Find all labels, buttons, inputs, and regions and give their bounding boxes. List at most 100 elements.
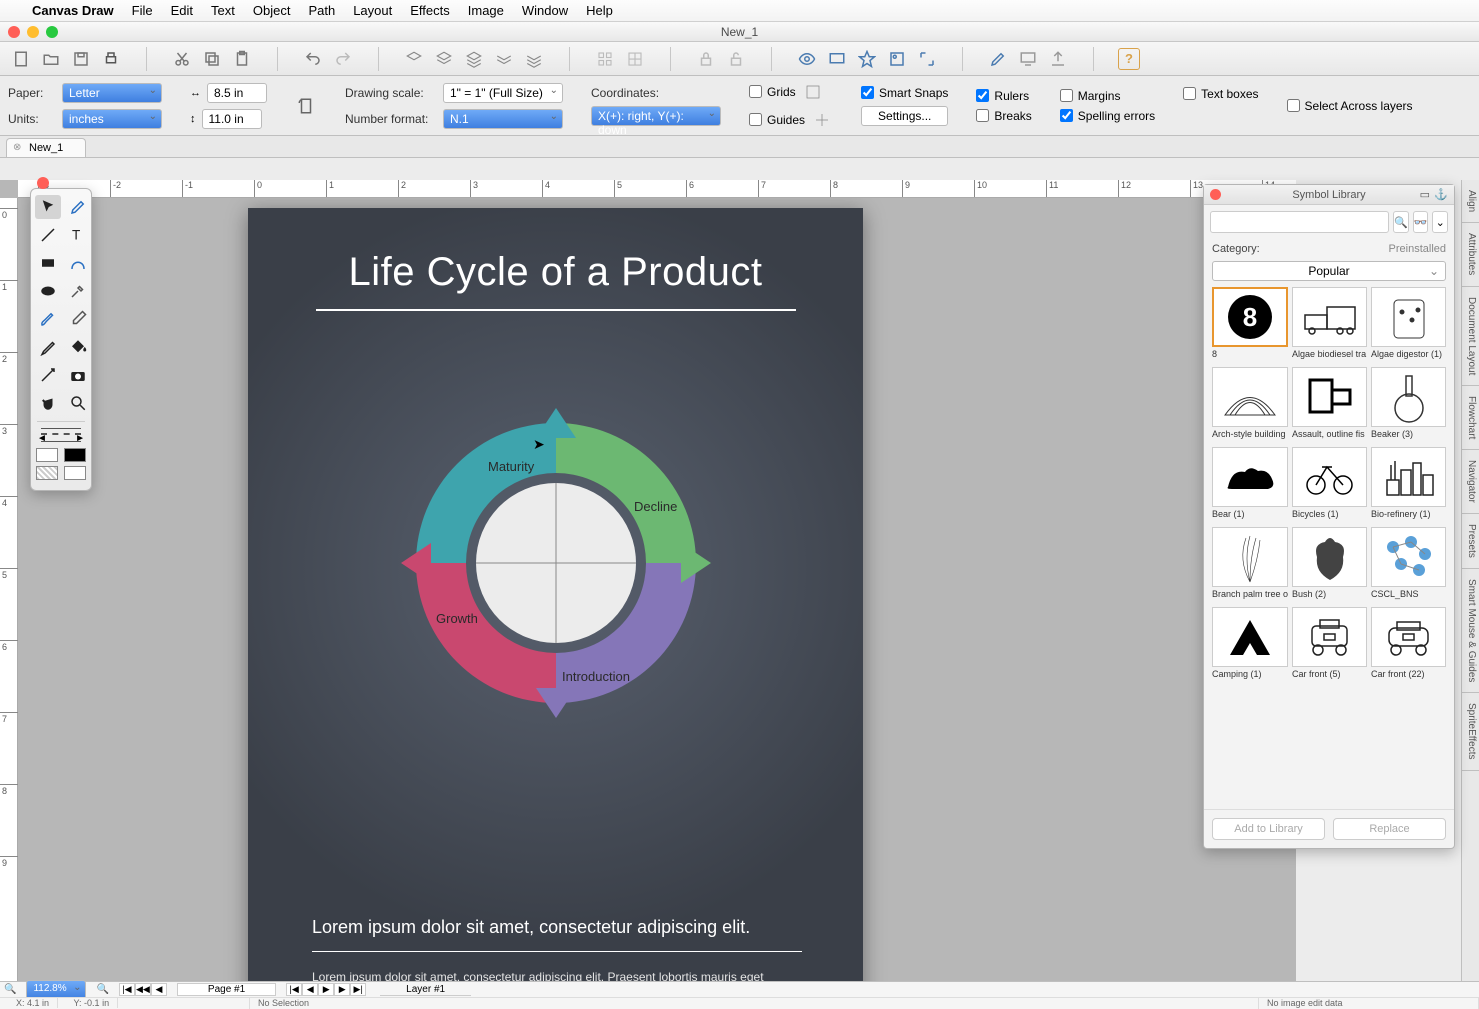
symbol-item[interactable]: Arch-style building — [1212, 367, 1288, 443]
play-icon[interactable]: ▶ — [318, 983, 334, 996]
grids-check[interactable]: Grids — [749, 85, 796, 99]
bucket-tool-icon[interactable] — [65, 335, 91, 359]
layer-backward-icon[interactable] — [493, 48, 515, 70]
marker-tool-icon[interactable] — [35, 335, 61, 359]
symbol-item[interactable]: CSCL_BNS — [1371, 527, 1446, 603]
camera-tool-icon[interactable] — [65, 363, 91, 387]
vtab-attributes[interactable]: Attributes — [1462, 223, 1479, 286]
stroke-swatch[interactable] — [36, 448, 58, 462]
open-icon[interactable] — [40, 48, 62, 70]
doc-tab[interactable]: ⊗New_1 — [6, 138, 86, 157]
first-page-icon[interactable]: |◀ — [119, 983, 135, 996]
maximize-window[interactable] — [46, 26, 58, 38]
grids-opt-icon[interactable] — [802, 81, 824, 103]
close-window[interactable] — [8, 26, 20, 38]
add-to-library-button[interactable]: Add to Library — [1212, 818, 1325, 840]
symbol-item[interactable]: Bush (2) — [1292, 527, 1367, 603]
ellipse-tool-icon[interactable] — [35, 279, 61, 303]
vtab-smartmouse[interactable]: Smart Mouse & Guides — [1462, 569, 1479, 693]
close-palette-icon[interactable] — [37, 177, 49, 189]
guides-check[interactable]: Guides — [749, 113, 805, 127]
line-tool-icon[interactable] — [35, 223, 61, 247]
help-icon[interactable]: ? — [1118, 48, 1140, 70]
app-name[interactable]: Canvas Draw — [32, 3, 114, 18]
print-icon[interactable] — [100, 48, 122, 70]
star-icon[interactable] — [856, 48, 878, 70]
layer-back-icon[interactable] — [463, 48, 485, 70]
vtab-flowchart[interactable]: Flowchart — [1462, 386, 1479, 450]
margins-check[interactable]: Margins — [1060, 89, 1155, 103]
text-tool-icon[interactable]: T — [65, 223, 91, 247]
monitor-icon[interactable] — [1017, 48, 1039, 70]
prev-fast-icon[interactable]: ◀◀ — [135, 983, 151, 996]
category-select[interactable]: Popular — [1212, 261, 1446, 281]
close-tab-icon[interactable]: ⊗ — [13, 142, 21, 153]
page[interactable]: Life Cycle of a Product — [248, 208, 863, 981]
bezier-tool-icon[interactable] — [65, 251, 91, 275]
menu-path[interactable]: Path — [308, 3, 335, 18]
new-doc-icon[interactable] — [10, 48, 32, 70]
redo-icon[interactable] — [332, 48, 354, 70]
menu-window[interactable]: Window — [522, 3, 568, 18]
export-icon[interactable] — [1047, 48, 1069, 70]
pen-tool-icon[interactable] — [65, 195, 91, 219]
cut-icon[interactable] — [171, 48, 193, 70]
symlib-anchor-icon[interactable]: ⚓ — [1434, 188, 1448, 201]
bg-swatch[interactable] — [64, 466, 86, 480]
arrow-style-icon[interactable] — [41, 441, 81, 442]
coords-select[interactable]: X(+): right, Y(+): down — [591, 106, 721, 126]
spelling-check[interactable]: Spelling errors — [1060, 109, 1155, 123]
close-symlib-icon[interactable] — [1210, 189, 1221, 200]
copy-icon[interactable] — [201, 48, 223, 70]
numfmt-select[interactable]: N.1 — [443, 109, 563, 129]
goto-first-icon[interactable]: |◀ — [286, 983, 302, 996]
wand-tool-icon[interactable] — [35, 363, 61, 387]
symbol-item[interactable]: Assault, outline fis — [1292, 367, 1367, 443]
menu-layout[interactable]: Layout — [353, 3, 392, 18]
fill-swatch[interactable] — [64, 448, 86, 462]
symlib-titlebar[interactable]: Symbol Library ▭ ⚓ — [1204, 185, 1454, 205]
menu-file[interactable]: File — [132, 3, 153, 18]
symbol-item[interactable]: Beaker (3) — [1371, 367, 1446, 443]
fit-icon[interactable] — [916, 48, 938, 70]
layer-front-icon[interactable] — [403, 48, 425, 70]
zoom-tool-icon[interactable] — [65, 391, 91, 415]
symlib-minimize-icon[interactable]: ▭ — [1420, 188, 1430, 201]
save-icon[interactable] — [70, 48, 92, 70]
horizontal-ruler[interactable]: -3-2-101234567891011121314 — [18, 180, 1296, 198]
tool-palette[interactable]: T — [30, 188, 92, 491]
textboxes-check[interactable]: Text boxes — [1183, 87, 1258, 101]
menu-effects[interactable]: Effects — [410, 3, 450, 18]
paper-select[interactable]: Letter — [62, 83, 162, 103]
symbol-item[interactable]: Camping (1) — [1212, 607, 1288, 683]
scale-select[interactable]: 1" = 1" (Full Size) — [443, 83, 563, 103]
symlib-binoculars-icon[interactable]: 👓 — [1413, 211, 1429, 233]
guides-opt-icon[interactable] — [811, 109, 833, 131]
symbol-item[interactable]: Bicycles (1) — [1292, 447, 1367, 523]
layer-name[interactable]: Layer #1 — [380, 984, 471, 996]
select-tool-icon[interactable] — [35, 195, 61, 219]
symbol-library-panel[interactable]: Symbol Library ▭ ⚓ 🔍 👓 ⌄ Category: Prein… — [1203, 184, 1455, 849]
symbol-item[interactable]: Branch palm tree o — [1212, 527, 1288, 603]
layer-stack-icon[interactable] — [523, 48, 545, 70]
symbol-item[interactable]: Algae digestor (1) — [1371, 287, 1446, 363]
symbol-item[interactable]: 88 — [1212, 287, 1288, 363]
settings-button[interactable]: Settings... — [861, 106, 948, 126]
select-across-check[interactable]: Select Across layers — [1287, 99, 1413, 113]
zoom-in-icon[interactable]: 🔍 — [96, 984, 108, 995]
symbol-item[interactable]: Bear (1) — [1212, 447, 1288, 523]
brush-tool-icon[interactable] — [35, 307, 61, 331]
menu-object[interactable]: Object — [253, 3, 291, 18]
unlock-icon[interactable] — [725, 48, 747, 70]
preview-icon[interactable] — [796, 48, 818, 70]
prev-page-icon[interactable]: ◀ — [151, 983, 167, 996]
lock-icon[interactable] — [695, 48, 717, 70]
symlib-dropdown-icon[interactable]: ⌄ — [1432, 211, 1448, 233]
vtab-align[interactable]: Align — [1462, 180, 1479, 223]
goto-last-icon[interactable]: ▶| — [350, 983, 366, 996]
canvas-view[interactable]: Life Cycle of a Product — [18, 198, 1296, 981]
rect-tool-icon[interactable] — [35, 251, 61, 275]
menu-image[interactable]: Image — [468, 3, 504, 18]
vertical-ruler[interactable]: 0123456789 — [0, 198, 18, 981]
symlib-search-icon[interactable]: 🔍 — [1393, 211, 1409, 233]
